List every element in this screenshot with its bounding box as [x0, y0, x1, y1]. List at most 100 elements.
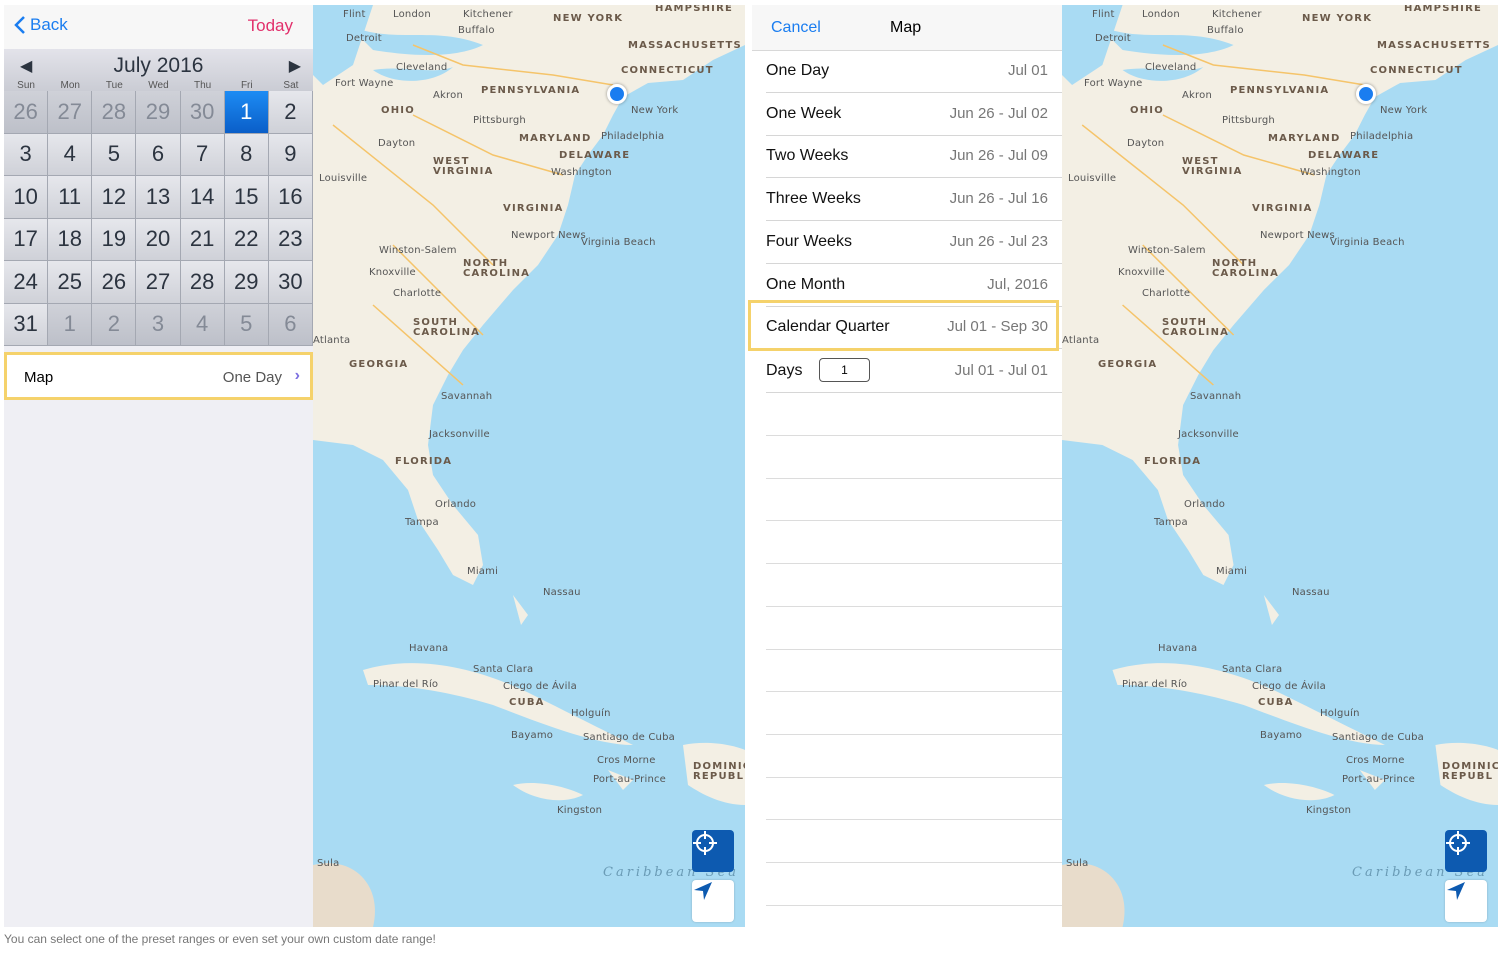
map-region-label: PENNSYLVANIA: [1230, 85, 1330, 96]
calendar-day[interactable]: 29: [136, 91, 181, 134]
back-button[interactable]: Back: [14, 15, 68, 35]
map-city-label: Fort Wayne: [335, 78, 394, 89]
map-region-label: NEW YORK: [1302, 13, 1373, 24]
empty-row-divider: [766, 733, 1062, 735]
calendar-day[interactable]: 3: [136, 303, 181, 346]
calendar-day[interactable]: 23: [268, 218, 313, 261]
map-region-label: DELAWARE: [1308, 150, 1380, 161]
calendar-day[interactable]: 28: [92, 91, 137, 134]
calendar-day[interactable]: 7: [180, 133, 225, 176]
calendar-day[interactable]: 14: [180, 176, 225, 219]
current-location-pin[interactable]: [607, 84, 627, 104]
map-city-label: Kitchener: [463, 9, 513, 20]
map-view-right[interactable]: Flint London Kitchener Buffalo Detroit Clevel…: [1062, 5, 1498, 927]
calendar-day[interactable]: 28: [180, 261, 225, 304]
crosshair-icon: [693, 831, 717, 855]
map-city-label: Kitchener: [1212, 9, 1262, 20]
empty-row-divider: [766, 435, 1062, 436]
recenter-button[interactable]: [692, 830, 734, 872]
range-option-value: Jul, 2016: [987, 275, 1048, 293]
calendar-navbar: Back Today: [4, 5, 313, 49]
calendar-day[interactable]: 2: [268, 91, 313, 134]
map-region-label: CONNECTICUT: [621, 65, 714, 76]
range-option-value: Jun 26 - Jul 16: [949, 190, 1048, 208]
calendar-day[interactable]: 10: [4, 176, 49, 219]
calendar-day[interactable]: 12: [92, 176, 137, 219]
map-city-label: Orlando: [1184, 499, 1226, 510]
calendar-day[interactable]: 30: [268, 261, 313, 304]
range-option-row[interactable]: One Week Jun 26 - Jul 02: [766, 93, 1062, 136]
map-city-label: Cleveland: [1145, 62, 1197, 73]
calendar-day[interactable]: 8: [224, 133, 269, 176]
calendar-day[interactable]: 27: [48, 91, 93, 134]
map-city-label: London: [393, 9, 431, 20]
range-option-label: One Month: [766, 275, 846, 293]
weekday-row: Sun Mon Tue Wed Thu Fri Sat: [4, 80, 313, 91]
calendar-day[interactable]: 31: [4, 303, 49, 346]
calendar-day[interactable]: 26: [92, 261, 137, 304]
calendar-day[interactable]: 29: [224, 261, 269, 304]
map-city-label: Bayamo: [1260, 730, 1303, 741]
selected-row-highlight: [748, 300, 1059, 351]
calendar-day[interactable]: 27: [136, 261, 181, 304]
map-region-label: NORTH CAROLINA: [463, 258, 531, 279]
calendar-day[interactable]: 24: [4, 261, 49, 304]
recenter-button[interactable]: [1445, 830, 1487, 872]
weekday-label: Thu: [194, 80, 212, 91]
calendar-day[interactable]: 16: [268, 176, 313, 219]
calendar-day[interactable]: 5: [92, 133, 137, 176]
calendar-day[interactable]: 13: [136, 176, 181, 219]
map-region-label: SOUTH CAROLINA: [413, 317, 481, 338]
calendar-day[interactable]: 22: [224, 218, 269, 261]
current-location-pin[interactable]: [1356, 84, 1376, 104]
map-city-label: Holguín: [1320, 708, 1360, 719]
navigation-button[interactable]: [692, 880, 734, 922]
map-city-label: Havana: [1158, 643, 1198, 654]
map-city-label: Charlotte: [393, 288, 442, 299]
map-city-label: Kingston: [1306, 805, 1352, 816]
calendar-day[interactable]: 3: [4, 133, 49, 176]
today-button[interactable]: Today: [248, 16, 293, 36]
calendar-day[interactable]: 26: [4, 91, 49, 134]
days-input[interactable]: 1: [819, 358, 870, 382]
calendar-header: ◀ July 2016 ▶ Sun Mon Tue Wed Thu Fri Sa…: [4, 49, 313, 93]
calendar-day[interactable]: 6: [136, 133, 181, 176]
map-row-label: Map: [24, 369, 54, 386]
next-month-icon[interactable]: ▶: [289, 56, 301, 76]
map-range-row[interactable]: Map One Day ›: [4, 352, 313, 400]
calendar-day[interactable]: 17: [4, 218, 49, 261]
calendar-day[interactable]: 2: [92, 303, 137, 346]
calendar-day[interactable]: 5: [224, 303, 269, 346]
map-city-label: Sula: [317, 858, 340, 869]
calendar-day[interactable]: 25: [48, 261, 93, 304]
map-region-label: MARYLAND: [519, 133, 592, 144]
calendar-day[interactable]: 6: [268, 303, 313, 346]
map-city-label: Tampa: [405, 517, 439, 528]
calendar-day[interactable]: 19: [92, 218, 137, 261]
range-option-value: Jun 26 - Jul 02: [949, 104, 1048, 122]
range-option-row[interactable]: Four Weeks Jun 26 - Jul 23: [766, 221, 1062, 264]
calendar-day[interactable]: 18: [48, 218, 93, 261]
calendar-day-selected[interactable]: 1: [224, 91, 269, 134]
range-option-row[interactable]: One Day Jul 01: [766, 50, 1062, 93]
calendar-day[interactable]: 11: [48, 176, 93, 219]
range-option-row[interactable]: Three Weeks Jun 26 - Jul 16: [766, 178, 1062, 222]
navigation-button[interactable]: [1445, 880, 1487, 922]
weekday-label: Sun: [17, 80, 35, 91]
calendar-day[interactable]: 20: [136, 218, 181, 261]
range-option-row[interactable]: Two Weeks Jun 26 - Jul 09: [766, 135, 1062, 179]
calendar-day[interactable]: 15: [224, 176, 269, 219]
calendar-day[interactable]: 30: [180, 91, 225, 134]
empty-row-divider: [766, 563, 1062, 565]
calendar-day[interactable]: 1: [48, 303, 93, 346]
calendar-day[interactable]: 9: [268, 133, 313, 176]
cancel-button[interactable]: Cancel: [771, 19, 821, 37]
calendar-day[interactable]: 21: [180, 218, 225, 261]
map-view-left[interactable]: Flint London Kitchener Buffalo Detroit Clevel…: [313, 5, 745, 927]
map-city-label: Akron: [1182, 90, 1212, 101]
empty-row-divider: [766, 605, 1062, 607]
calendar-day[interactable]: 4: [48, 133, 93, 176]
caption: You can select one of the preset ranges …: [4, 932, 436, 946]
weekday-label: Sat: [283, 80, 299, 91]
calendar-day[interactable]: 4: [180, 303, 225, 346]
